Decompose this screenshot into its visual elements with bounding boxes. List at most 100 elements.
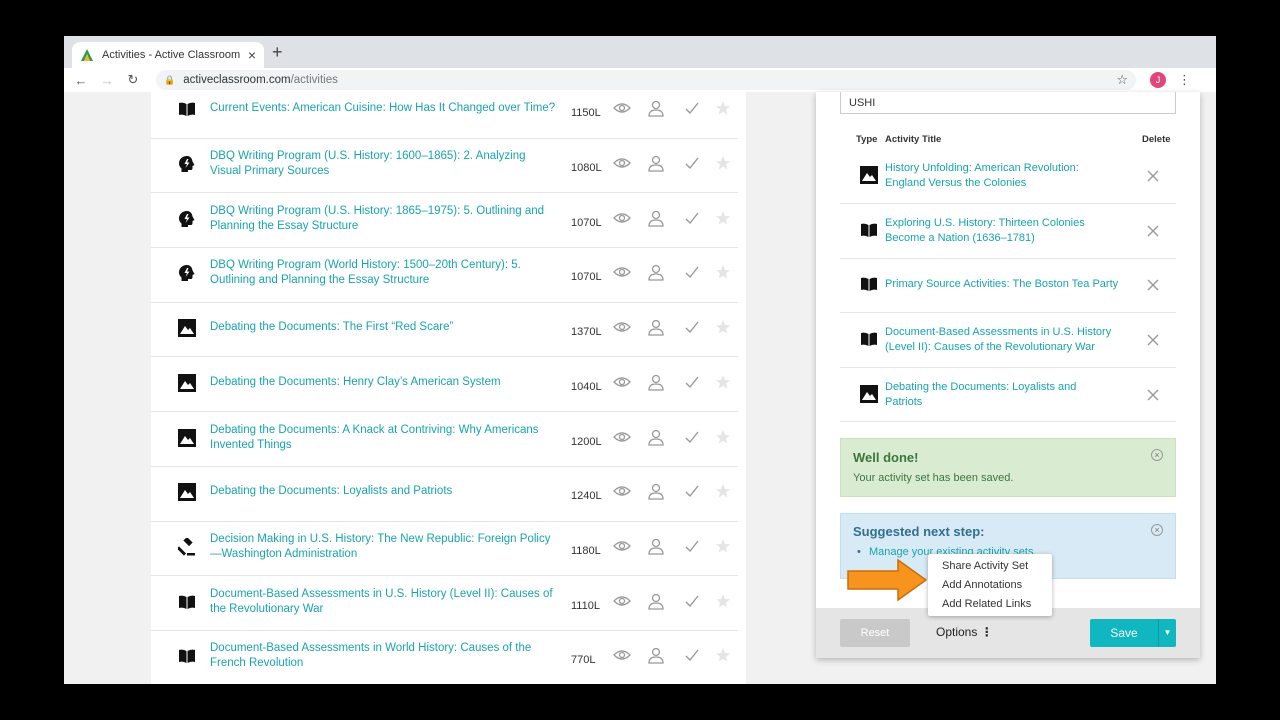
menu-item-add-related-links[interactable]: Add Related Links (942, 598, 1031, 610)
activity-title-link[interactable]: Document-Based Assessments in World Hist… (210, 641, 562, 671)
save-dropdown-icon[interactable]: ▼ (1158, 619, 1176, 647)
back-icon[interactable]: ← (68, 73, 94, 88)
assign-user-icon[interactable] (647, 154, 665, 172)
browser-menu-icon[interactable]: ⋮ (1178, 72, 1191, 88)
activity-title-link[interactable]: DBQ Writing Program (U.S. History: 1865–… (210, 204, 562, 234)
activity-title-line: Debating the Documents: A Knack at Contr… (210, 423, 539, 436)
activity-title-link[interactable]: Document-Based Assessments in U.S. Histo… (210, 587, 562, 617)
added-check-icon[interactable] (683, 592, 701, 610)
image-icon (178, 483, 196, 502)
activity-title-link[interactable]: DBQ Writing Program (World History: 1500… (210, 258, 562, 288)
added-check-icon[interactable] (683, 99, 701, 117)
tab-close-icon[interactable]: × (248, 47, 256, 63)
activity-title-link[interactable]: Document-Based Assessments in U.S. Histo… (885, 325, 1137, 355)
added-check-icon[interactable] (683, 263, 701, 281)
favorite-star-icon[interactable] (714, 154, 732, 172)
lexile-level: 1070L (571, 271, 602, 284)
activity-title-link[interactable]: Decision Making in U.S. History: The New… (210, 532, 562, 562)
favorite-star-icon[interactable] (714, 482, 732, 500)
activity-title-link[interactable]: Current Events: American Cuisine: How Ha… (210, 101, 562, 116)
delete-x-icon[interactable] (1146, 278, 1160, 292)
preview-eye-icon[interactable] (613, 99, 631, 117)
menu-item-share-activity-set[interactable]: Share Activity Set (942, 560, 1028, 572)
assign-user-icon[interactable] (647, 428, 665, 446)
favorite-star-icon[interactable] (714, 537, 732, 555)
close-suggestion-icon[interactable]: × (1151, 524, 1163, 536)
table-row: Debating the Documents: A Knack at Contr… (151, 412, 738, 467)
favorite-star-icon[interactable] (714, 263, 732, 281)
forward-icon[interactable]: → (94, 73, 120, 88)
browser-tab[interactable]: Activities - Active Classroom × (72, 42, 264, 68)
save-button[interactable]: Save (1090, 619, 1158, 647)
activity-title-link[interactable]: Exploring U.S. History: Thirteen Colonie… (885, 216, 1137, 246)
new-tab-icon[interactable]: + (272, 42, 283, 63)
favorite-star-icon[interactable] (714, 428, 732, 446)
activity-title-link[interactable]: Primary Source Activities: The Boston Te… (885, 277, 1137, 292)
activity-title-link[interactable]: Debating the Documents: Henry Clay’s Ame… (210, 375, 562, 390)
activity-title-line: Debating the Documents: Loyalists and Pa… (210, 485, 453, 498)
activity-title-line: Invented Things (210, 438, 292, 451)
assign-user-icon[interactable] (647, 318, 665, 336)
preview-eye-icon[interactable] (613, 592, 631, 610)
added-check-icon[interactable] (683, 428, 701, 446)
lexile-level: 1070L (571, 216, 602, 229)
activity-title-line: England Versus the Colonies (885, 177, 1027, 190)
activity-title-link[interactable]: History Unfolding: American Revolution: E… (885, 161, 1137, 191)
favorite-star-icon[interactable] (714, 209, 732, 227)
favorite-star-icon[interactable] (714, 99, 732, 117)
preview-eye-icon[interactable] (613, 646, 631, 664)
book-icon (860, 330, 878, 348)
favorite-star-icon[interactable] (714, 646, 732, 664)
added-check-icon[interactable] (683, 537, 701, 555)
preview-eye-icon[interactable] (613, 154, 631, 172)
preview-eye-icon[interactable] (613, 428, 631, 446)
delete-x-icon[interactable] (1146, 333, 1160, 347)
assign-user-icon[interactable] (647, 482, 665, 500)
added-check-icon[interactable] (683, 209, 701, 227)
activity-title-link[interactable]: Debating the Documents: Loyalists and Pa… (210, 484, 562, 499)
options-button[interactable]: Options ⋮ (936, 625, 993, 639)
profile-avatar[interactable]: J (1150, 72, 1166, 88)
added-check-icon[interactable] (683, 646, 701, 664)
added-check-icon[interactable] (683, 154, 701, 172)
preview-eye-icon[interactable] (613, 373, 631, 391)
preview-eye-icon[interactable] (613, 537, 631, 555)
added-check-icon[interactable] (683, 373, 701, 391)
preview-eye-icon[interactable] (613, 209, 631, 227)
favorite-star-icon[interactable] (714, 318, 732, 336)
favorite-star-icon[interactable] (714, 592, 732, 610)
activity-title-link[interactable]: Debating the Documents: Loyalists and Pat… (885, 380, 1137, 410)
delete-x-icon[interactable] (1146, 388, 1160, 402)
screen: Activities - Active Classroom × + ← → ↻ … (64, 36, 1216, 684)
favorite-star-icon[interactable] (714, 373, 732, 391)
delete-x-icon[interactable] (1146, 169, 1160, 183)
assign-user-icon[interactable] (647, 99, 665, 117)
assign-user-icon[interactable] (647, 592, 665, 610)
browser-tab-bar: Activities - Active Classroom × + (64, 36, 1216, 68)
column-header-type: Type (856, 134, 878, 145)
activity-title-line: French Revolution (210, 657, 304, 670)
activity-title-link[interactable]: DBQ Writing Program (U.S. History: 1600–… (210, 149, 562, 179)
preview-eye-icon[interactable] (613, 263, 631, 281)
added-check-icon[interactable] (683, 482, 701, 500)
assign-user-icon[interactable] (647, 646, 665, 664)
reset-button[interactable]: Reset (840, 619, 910, 647)
menu-item-add-annotations[interactable]: Add Annotations (942, 579, 1022, 591)
book-icon (178, 647, 196, 665)
set-name-input[interactable]: USHI (840, 92, 1176, 114)
preview-eye-icon[interactable] (613, 318, 631, 336)
assign-user-icon[interactable] (647, 209, 665, 227)
bookmark-star-icon[interactable]: ☆ (1116, 72, 1128, 88)
assign-user-icon[interactable] (647, 537, 665, 555)
reload-icon[interactable]: ↻ (120, 72, 146, 88)
delete-x-icon[interactable] (1146, 224, 1160, 238)
close-alert-icon[interactable]: × (1151, 449, 1163, 461)
assign-user-icon[interactable] (647, 263, 665, 282)
address-bar[interactable]: 🔒 activeclassroom.com/activities ☆ (156, 70, 1136, 90)
activity-title-link[interactable]: Debating the Documents: The First “Red S… (210, 320, 562, 335)
assign-user-icon[interactable] (647, 373, 665, 391)
preview-eye-icon[interactable] (613, 482, 631, 500)
added-check-icon[interactable] (683, 318, 701, 336)
activity-title-link[interactable]: Debating the Documents: A Knack at Contr… (210, 423, 562, 453)
image-icon (178, 428, 196, 447)
